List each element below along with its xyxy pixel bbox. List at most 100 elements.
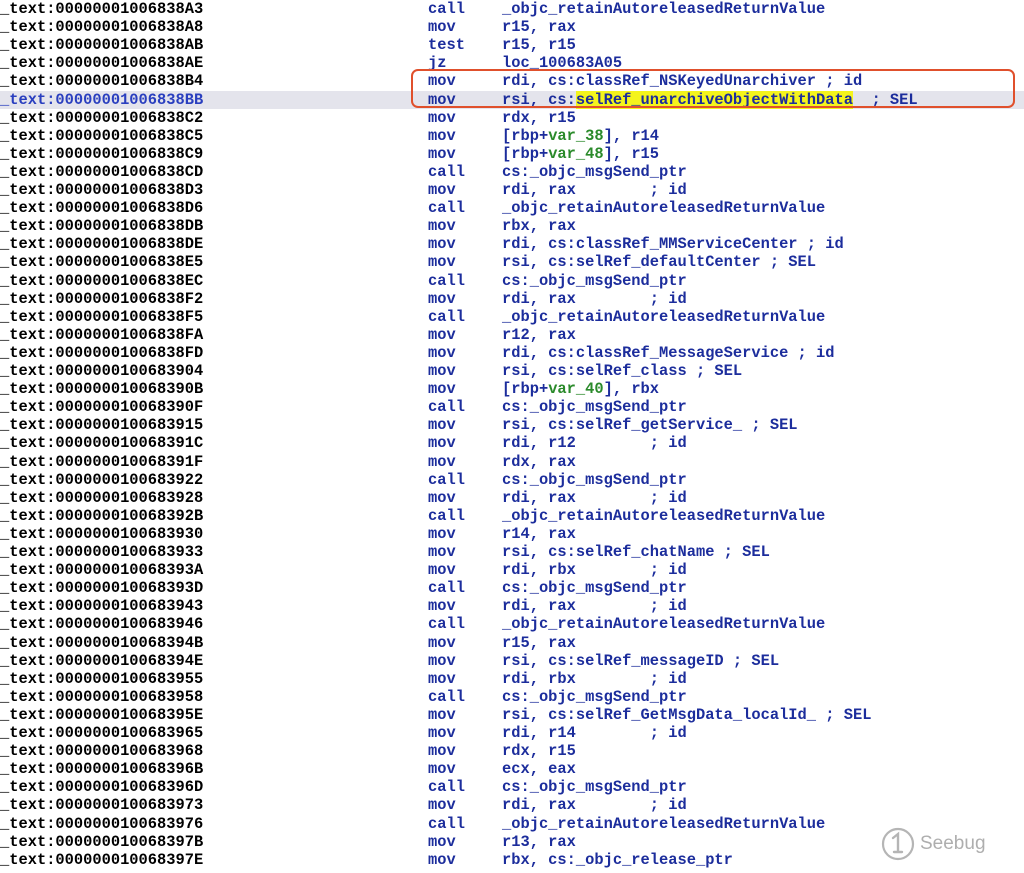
listing-row[interactable]: _text:00000001006838C2 mov rdx, r15 [0,109,1024,127]
listing-row[interactable]: _text:000000010068395E mov rsi, cs:selRef_… [0,706,1024,724]
mnemonic: mov [428,108,456,127]
listing-row[interactable]: _text:000000010068390B mov [rbp+var_40], r… [0,380,1024,398]
operand-text: rsi, cs:selRef_class ; SEL [502,362,743,380]
listing-row[interactable]: _text:00000001006838E5 mov rsi, cs:selRef_… [0,253,1024,271]
listing-row[interactable]: _text:00000001006838CD call cs:_objc_msgSe… [0,163,1024,181]
listing-row[interactable]: _text:000000010068391C mov rdi, r12 ; id [0,434,1024,452]
listing-row[interactable]: _text:00000001006838EC call cs:_objc_msgSe… [0,272,1024,290]
listing-row[interactable]: _text:0000000100683943 mov rdi, rax ; id [0,597,1024,615]
segment-name: _text [0,144,47,163]
operand-text: rsi, cs:selRef_defaultCenter ; SEL [502,253,817,272]
listing-row[interactable]: _text:000000010068393D call cs:_objc_msgSe… [0,579,1024,597]
listing-row[interactable]: _text:000000010068394E mov rsi, cs:selRef_… [0,652,1024,670]
operands: rdi, rbx ; id [502,670,687,688]
listing-row[interactable]: _text:0000000100683976 call _objc_retainAu… [0,815,1024,833]
listing-row[interactable]: _text:00000001006838F5 call _objc_retainAu… [0,308,1024,326]
mnemonic: mov [428,597,456,616]
operand-text: rdi, r12 ; id [502,434,687,453]
listing-row[interactable]: _text:000000010068392B call _objc_retainAu… [0,507,1024,525]
address: _text:000000010068390F [0,398,203,416]
listing-row[interactable]: _text:0000000100683955 mov rdi, rbx ; id [0,670,1024,688]
operands: r14, rax [502,525,576,543]
address-offset: :00000001006838AB [46,36,204,55]
address: _text:00000001006838DE [0,235,203,253]
address-offset: :00000001006838C2 [46,108,204,127]
address: _text:000000010068394B [0,634,203,652]
mnemonic: mov [428,705,456,724]
listing-row[interactable]: _text:00000001006838FA mov r12, rax [0,326,1024,344]
listing-row[interactable]: _text:00000001006838AB test r15, r15 [0,36,1024,54]
mnemonic: call [428,271,465,290]
listing-row[interactable]: _text:0000000100683930 mov r14, rax [0,525,1024,543]
address: _text:000000010068390B [0,380,203,398]
listing-row[interactable]: _text:000000010068396D call cs:_objc_msgSe… [0,778,1024,796]
listing-row[interactable]: _text:0000000100683922 call cs:_objc_msgSe… [0,471,1024,489]
address: _text:000000010068395E [0,706,203,724]
address: _text:0000000100683958 [0,688,203,706]
segment-name: _text [0,579,47,598]
operand-text: rdi, rax ; id [502,488,687,507]
address: _text:000000010068392B [0,507,203,525]
mnemonic: mov [428,850,456,869]
segment-name: _text [0,72,47,91]
mnemonic: mov [428,633,456,652]
segment-name: _text [0,362,47,380]
listing-row[interactable]: _text:0000000100683933 mov rsi, cs:selRef_… [0,543,1024,561]
segment-name: _text [0,561,47,580]
operands: cs:_objc_msgSend_ptr [502,688,687,706]
listing-row[interactable]: _text:000000010068393A mov rdi, rbx ; id [0,561,1024,579]
operands: r15, r15 [502,36,576,54]
operands: rdx, rax [502,453,576,471]
operand-text: cs:_objc_msgSend_ptr [502,687,687,706]
listing-row[interactable]: _text:00000001006838C9 mov [rbp+var_48], r… [0,145,1024,163]
listing-row[interactable]: _text:0000000100683968 mov rdx, r15 [0,742,1024,760]
watermark-text: Seebug [920,833,986,854]
mnemonic: mov [428,416,456,435]
segment-name: _text [0,651,47,670]
address-offset: :00000001006838D6 [46,199,204,218]
operand-text: rdx, r15 [502,742,576,761]
listing-row[interactable]: _text:000000010068390F call cs:_objc_msgSe… [0,398,1024,416]
mnemonic: mov [428,724,456,742]
address-offset: :00000001006838B4 [46,72,204,91]
listing-row[interactable]: _text:00000001006838F2 mov rdi, rax ; id [0,290,1024,308]
listing-row[interactable]: _text:0000000100683928 mov rdi, rax ; id [0,489,1024,507]
listing-row[interactable]: _text:000000010068397E mov rbx, cs:_objc_r… [0,851,1024,869]
listing-row[interactable]: _text:0000000100683965 mov rdi, r14 ; id [0,724,1024,742]
segment-name: _text [0,543,47,561]
operand-text: rdi, rbx ; id [502,669,687,688]
segment-name: _text [0,0,47,18]
segment-name: _text [0,470,47,489]
listing-row[interactable]: _text:000000010068396B mov ecx, eax [0,760,1024,778]
address: _text:000000010068393D [0,579,203,597]
address: _text:0000000100683922 [0,471,203,489]
listing-row[interactable]: _text:0000000100683973 mov rdi, rax ; id [0,796,1024,814]
listing-row[interactable]: _text:000000010068394B mov r15, rax [0,634,1024,652]
operand-text: cs:_objc_msgSend_ptr [502,778,687,797]
mnemonic: mov [428,325,456,344]
operand-text: cs:_objc_msgSend_ptr [502,271,687,290]
listing-row[interactable]: _text:00000001006838D6 call _objc_retainAu… [0,199,1024,217]
listing-row[interactable]: _text:00000001006838DE mov rdi, cs:classRe… [0,235,1024,253]
stack-variable: var_38 [548,126,604,145]
operand-text: r13, rax [502,832,576,851]
segment-name: _text [0,199,47,218]
listing-row[interactable]: _text:0000000100683915 mov rsi, cs:selRef_… [0,416,1024,434]
listing-row[interactable]: _text:0000000100683958 call cs:_objc_msgSe… [0,688,1024,706]
listing-row[interactable]: _text:00000001006838A8 mov r15, rax [0,18,1024,36]
listing-row[interactable]: _text:00000001006838D3 mov rdi, rax ; id [0,181,1024,199]
listing-row[interactable]: _text:00000001006838C5 mov [rbp+var_38], r… [0,127,1024,145]
listing-row[interactable]: _text:000000010068391F mov rdx, rax [0,453,1024,471]
listing-row[interactable]: _text:0000000100683904 mov rsi, cs:selRef_… [0,362,1024,380]
listing-row[interactable]: _text:00000001006838DB mov rbx, rax [0,217,1024,235]
operands: rdi, r14 ; id [502,724,687,742]
address: _text:0000000100683904 [0,362,203,380]
listing-row[interactable]: _text:000000010068397B mov r13, rax [0,833,1024,851]
operand-text: rdi, rax ; id [502,597,687,616]
address: _text:0000000100683976 [0,815,203,833]
listing-row[interactable]: _text:0000000100683946 call _objc_retainAu… [0,615,1024,633]
listing-row[interactable]: _text:00000001006838FD mov rdi, cs:classRe… [0,344,1024,362]
listing-row[interactable]: _text:00000001006838A3 call _objc_retainAu… [0,0,1024,18]
address: _text:000000010068391C [0,434,203,452]
address-offset: :0000000100683946 [46,615,204,634]
